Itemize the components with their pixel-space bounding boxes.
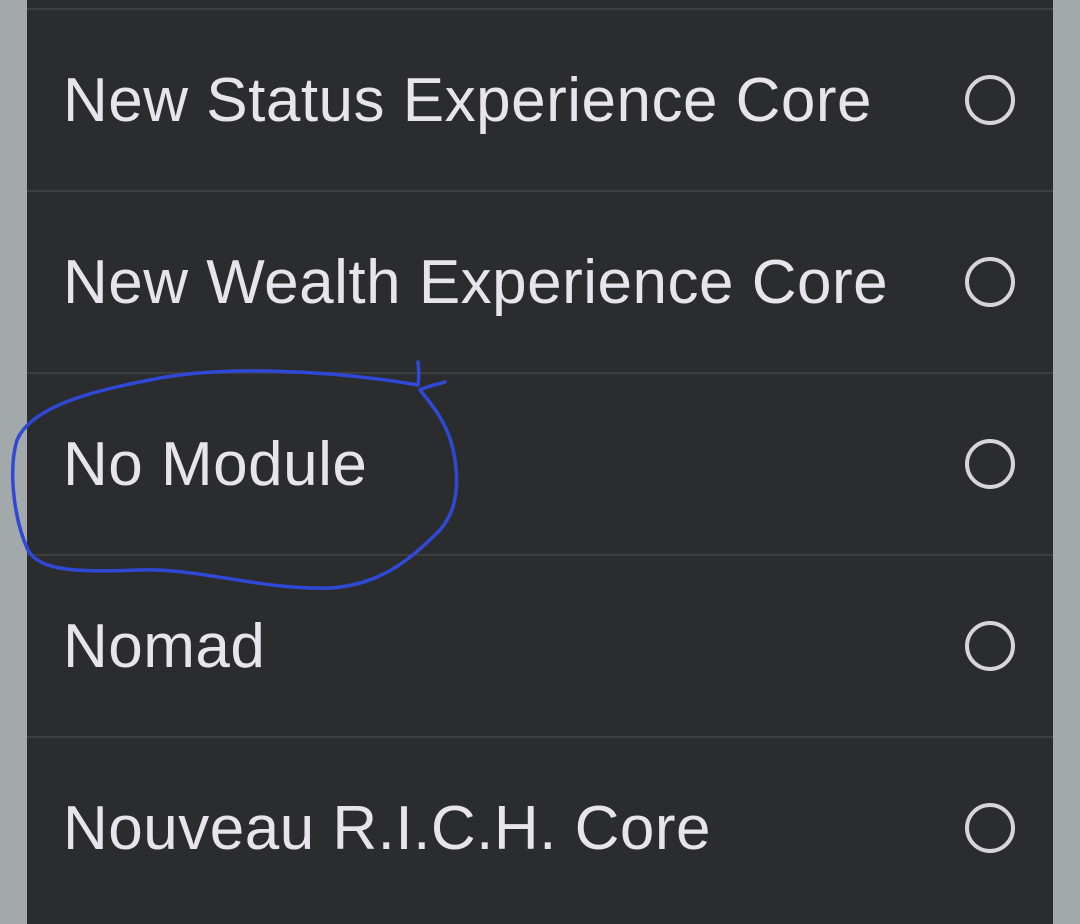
option-new-wealth-experience-core[interactable]: New Wealth Experience Core — [27, 190, 1053, 372]
option-label: Nouveau R.I.C.H. Core — [63, 793, 711, 863]
option-new-status-experience-core[interactable]: New Status Experience Core — [27, 8, 1053, 190]
option-label: No Module — [63, 429, 368, 499]
option-label: Nomad — [63, 611, 266, 681]
radio-button-unselected-icon[interactable] — [965, 439, 1015, 489]
radio-button-unselected-icon[interactable] — [965, 621, 1015, 671]
radio-button-unselected-icon[interactable] — [965, 75, 1015, 125]
background-scrim-right[interactable] — [1053, 0, 1080, 924]
background-scrim-left[interactable] — [0, 0, 27, 924]
option-no-module[interactable]: No Module — [27, 372, 1053, 554]
module-option-list: New Status Experience Core New Wealth Ex… — [27, 8, 1053, 918]
option-nomad[interactable]: Nomad — [27, 554, 1053, 736]
option-label: New Wealth Experience Core — [63, 247, 889, 317]
option-label: New Status Experience Core — [63, 65, 873, 135]
radio-button-unselected-icon[interactable] — [965, 257, 1015, 307]
screen: New Status Experience Core New Wealth Ex… — [0, 0, 1080, 924]
module-picker-dialog: New Status Experience Core New Wealth Ex… — [27, 0, 1053, 924]
option-nouveau-rich-core[interactable]: Nouveau R.I.C.H. Core — [27, 736, 1053, 918]
radio-button-unselected-icon[interactable] — [965, 803, 1015, 853]
